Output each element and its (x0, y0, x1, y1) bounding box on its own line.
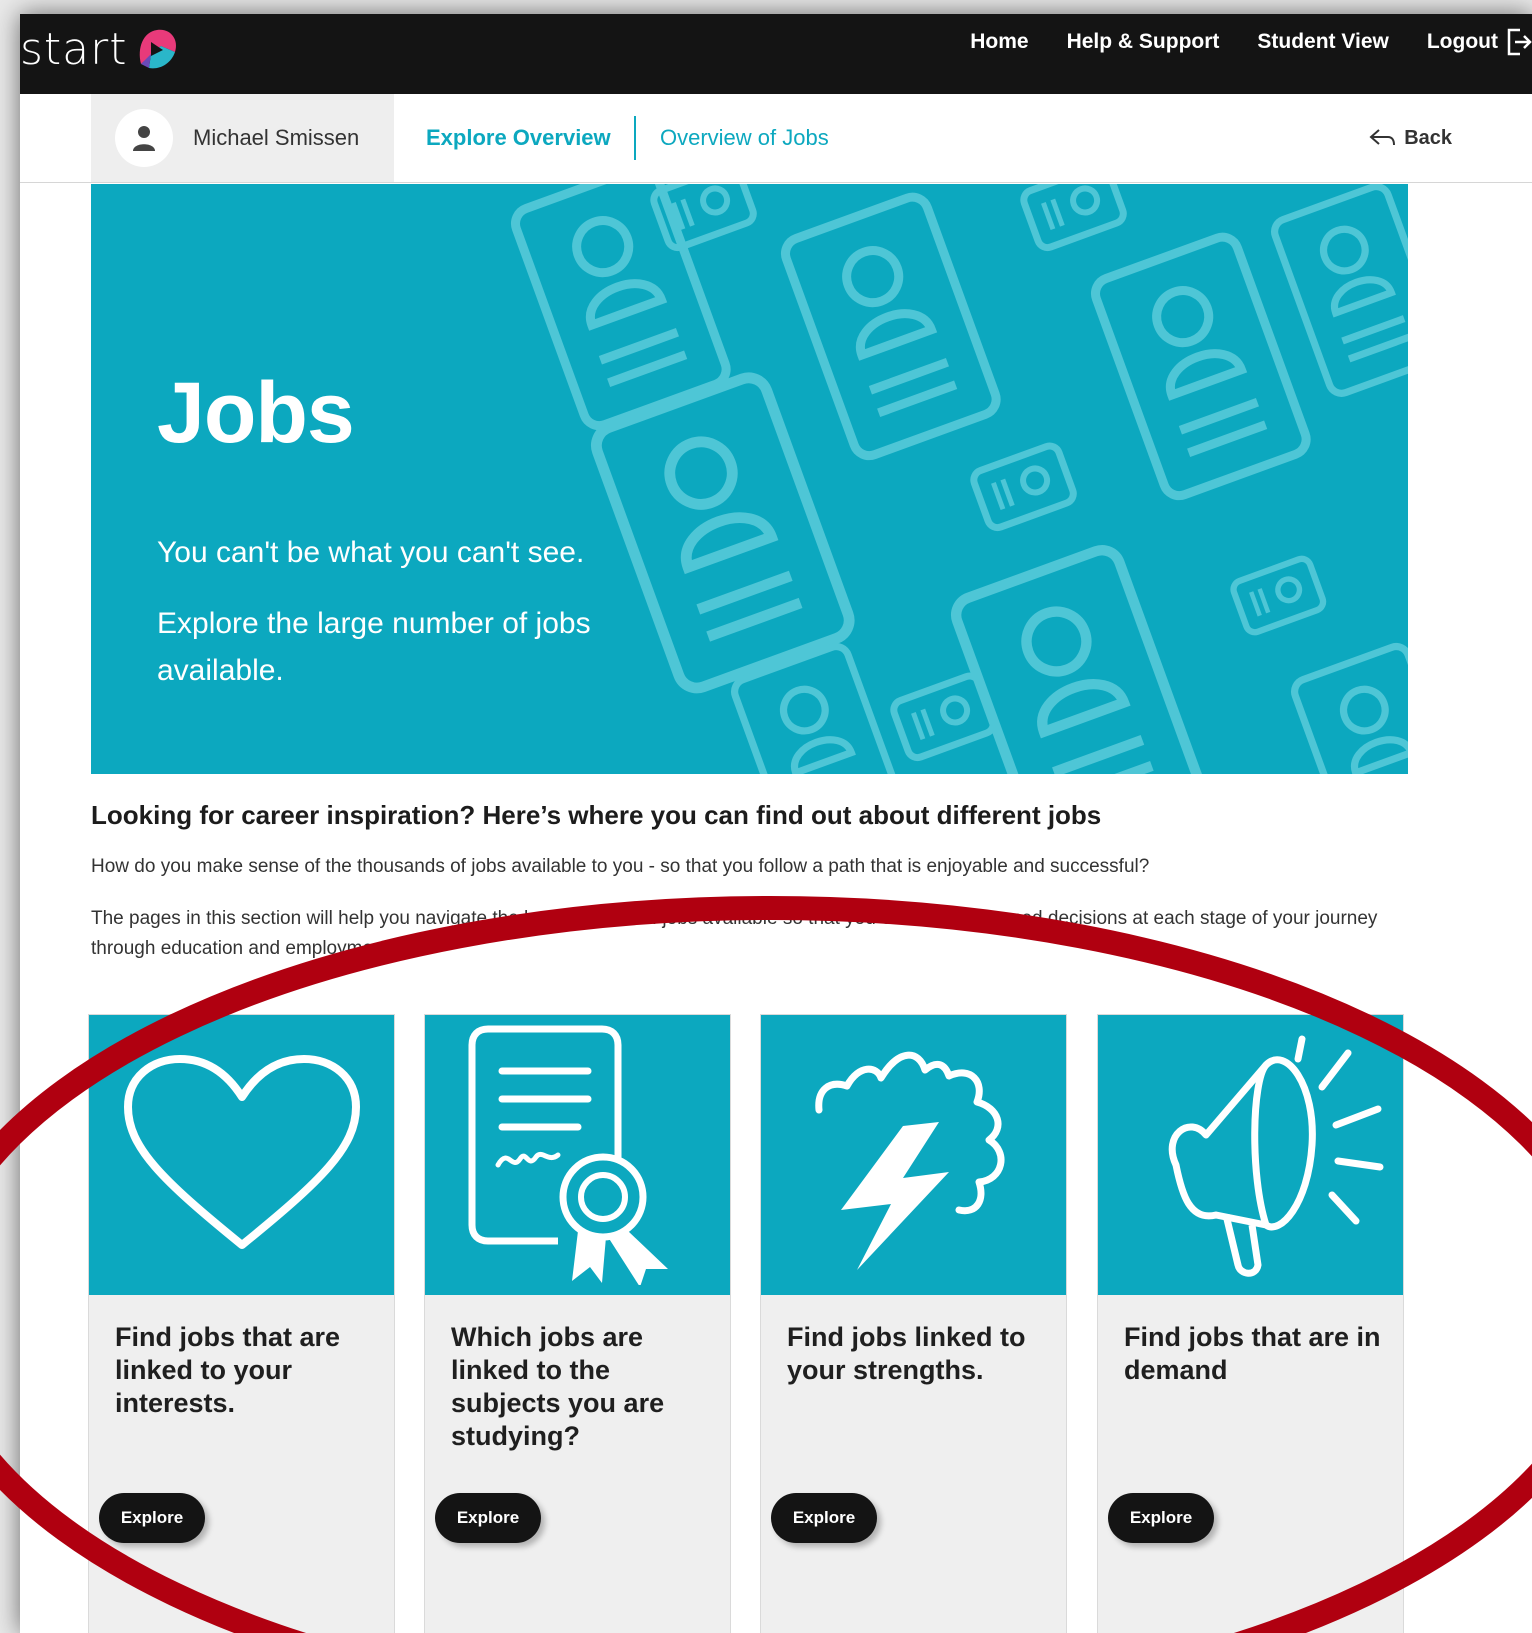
nav-student-view[interactable]: Student View (1257, 30, 1388, 54)
card-image (425, 1015, 730, 1295)
explore-button[interactable]: Explore (99, 1493, 205, 1543)
page-title: Jobs (157, 365, 355, 461)
heart-icon (123, 1055, 360, 1249)
card-image (1098, 1015, 1403, 1295)
nav-home[interactable]: Home (970, 30, 1028, 54)
back-arrow-icon (1369, 129, 1396, 146)
intro-paragraph: The pages in this section will help you … (91, 908, 1378, 959)
explore-button[interactable]: Explore (1108, 1493, 1214, 1543)
back-label: Back (1404, 126, 1452, 149)
card-title: Find jobs linked to your strengths. (787, 1322, 1026, 1385)
logo-text: start (20, 24, 128, 75)
logout-icon (1507, 28, 1532, 56)
nav-logout[interactable]: Logout (1427, 27, 1532, 57)
nav-help-support[interactable]: Help & Support (1067, 30, 1220, 54)
back-button[interactable]: Back (1368, 94, 1452, 182)
user-icon (133, 126, 155, 151)
intro-paragraph: How do you make sense of the thousands o… (91, 856, 1150, 877)
card-in-demand[interactable]: Find jobs that are in demand Explore (1097, 1014, 1404, 1633)
logout-label: Logout (1426, 30, 1498, 53)
hero-banner: Jobs You can't be what you can't see. Ex… (91, 184, 1408, 774)
tab-explore-overview[interactable]: Explore Overview (426, 94, 611, 182)
megaphone-icon (1168, 1035, 1383, 1277)
certificate-icon (468, 1025, 668, 1285)
tab-divider (634, 116, 636, 160)
card-title: Find jobs that are linked to your intere… (115, 1322, 341, 1418)
lightning-burst-icon (814, 1051, 1004, 1270)
start-logo[interactable]: start (20, 20, 183, 80)
tab-overview-of-jobs[interactable]: Overview of Jobs (660, 94, 829, 182)
hero-subtext: Explore the large number of jobs availab… (157, 607, 591, 687)
card-title: Which jobs are linked to the subjects yo… (451, 1322, 665, 1451)
card-title: Find jobs that are in demand (1124, 1322, 1381, 1385)
sub-header: Michael Smissen Explore Overview Overvie… (20, 94, 1532, 183)
card-strengths[interactable]: Find jobs linked to your strengths. Expl… (760, 1014, 1067, 1633)
hero-tagline: You can't be what you can't see. (157, 536, 585, 569)
card-subjects[interactable]: Which jobs are linked to the subjects yo… (424, 1014, 731, 1633)
card-image (761, 1015, 1066, 1295)
top-nav: Home Help & Support Student View Logout (932, 14, 1532, 70)
card-interests[interactable]: Find jobs that are linked to your intere… (88, 1014, 395, 1633)
explore-button[interactable]: Explore (771, 1493, 877, 1543)
page: start Home Help & Support Student View L… (20, 14, 1532, 1633)
logo-mark-icon (140, 29, 177, 69)
card-image (89, 1015, 394, 1295)
intro-heading: Looking for career inspiration? Here’s w… (91, 800, 1102, 830)
explore-button[interactable]: Explore (435, 1493, 541, 1543)
user-profile[interactable]: Michael Smissen (91, 94, 394, 182)
top-navbar: start Home Help & Support Student View L… (20, 14, 1532, 94)
user-name: Michael Smissen (193, 125, 360, 150)
avatar (115, 109, 173, 167)
